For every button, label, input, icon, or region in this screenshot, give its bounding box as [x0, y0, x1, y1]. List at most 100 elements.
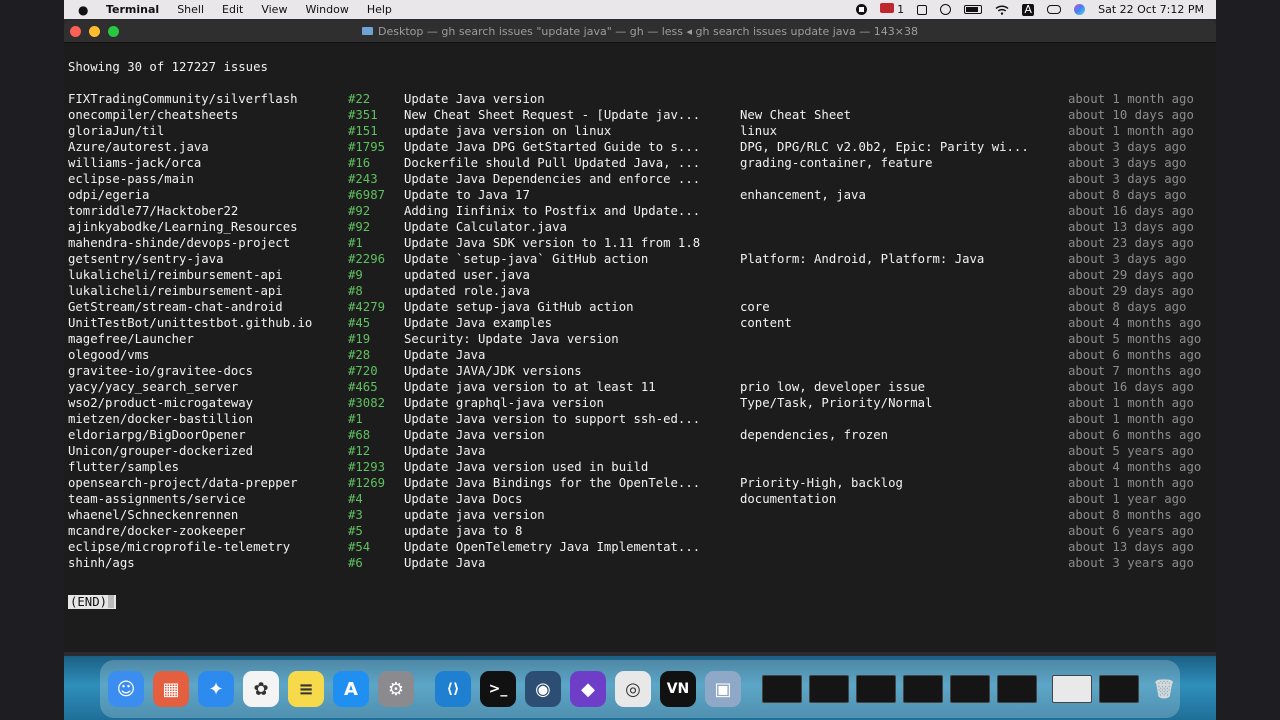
minimized-window-thumbnail[interactable]	[1052, 675, 1092, 703]
menu-edit[interactable]: Edit	[222, 3, 243, 16]
issue-title: New Cheat Sheet Request - [Update jav...	[404, 108, 701, 122]
issue-row: shinh/ags #6 Update Java about 3 years ago	[64, 555, 1216, 571]
app-store-icon[interactable]: A	[333, 671, 369, 707]
issue-time: about 3 days ago	[1068, 172, 1187, 186]
menu-view[interactable]: View	[261, 3, 287, 16]
github-desktop-icon[interactable]: ◆	[570, 671, 606, 707]
menu-shell[interactable]: Shell	[177, 3, 204, 16]
proxyman-icon[interactable]: ◉	[525, 671, 561, 707]
vn-icon[interactable]: VN	[660, 671, 696, 707]
issue-time: about 4 months ago	[1068, 316, 1202, 330]
issue-number: #3	[348, 508, 363, 522]
issue-repo: mietzen/docker-bastillion	[68, 412, 254, 426]
menu-window[interactable]: Window	[305, 3, 348, 16]
issue-title: Update to Java 17	[404, 188, 530, 202]
chrome-icon[interactable]: ◎	[615, 671, 651, 707]
issue-row: gravitee-io/gravitee-docs #720 Update JAVA…	[64, 363, 1216, 379]
issue-row: eldoriarpg/BigDoorOpener #68 Update Java v…	[64, 427, 1216, 443]
issue-repo: team-assignments/service	[68, 492, 246, 506]
minimized-window-thumbnail[interactable]	[809, 675, 849, 703]
terminal-content[interactable]: Showing 30 of 127227 issues FIXTradingCo…	[64, 43, 1216, 652]
issue-title: Update setup-java GitHub action	[404, 300, 634, 314]
issue-title: Adding Iinfinix to Postfix and Update...	[404, 204, 701, 218]
issue-title: Update graphql-java version	[404, 396, 604, 410]
issue-title: update java version on linux	[404, 124, 612, 138]
issue-time: about 5 years ago	[1068, 444, 1194, 458]
issue-row: eclipse/microprofile-telemetry #54 Update …	[64, 539, 1216, 555]
siri-icon[interactable]	[1074, 4, 1086, 15]
issue-repo: odpi/egeria	[68, 188, 150, 202]
issue-time: about 13 days ago	[1068, 220, 1194, 234]
vscode-icon[interactable]: ⟨⟩	[435, 671, 471, 707]
issue-labels: Priority-High, backlog	[740, 476, 903, 490]
issue-repo: yacy/yacy_search_server	[68, 380, 239, 394]
issue-row: Azure/autorest.java #1795 Update Java DPG …	[64, 139, 1216, 155]
photos-icon[interactable]: ✿	[243, 671, 279, 707]
issue-time: about 1 month ago	[1068, 124, 1194, 138]
issue-time: about 3 years ago	[1068, 556, 1194, 570]
issue-row: mahendra-shinde/devops-project #1 Update J…	[64, 235, 1216, 251]
issue-number: #5	[348, 524, 363, 538]
terminal-icon[interactable]: >_	[480, 671, 516, 707]
issue-repo: olegood/vms	[68, 348, 150, 362]
trash-icon[interactable]: 🗑	[1146, 671, 1182, 707]
minimized-window-thumbnail[interactable]	[856, 675, 896, 703]
menu-help[interactable]: Help	[367, 3, 392, 16]
minimize-button[interactable]	[89, 25, 100, 37]
input-source-icon[interactable]: A	[1022, 3, 1035, 16]
issue-number: #92	[348, 220, 371, 234]
minimized-window-thumbnail[interactable]	[1099, 675, 1139, 703]
media-play-icon[interactable]	[940, 4, 952, 15]
safari-icon[interactable]: ✦	[198, 671, 234, 707]
issue-time: about 3 days ago	[1068, 140, 1187, 154]
system-settings-icon[interactable]: ⚙	[378, 671, 414, 707]
minimized-window-thumbnail[interactable]	[997, 675, 1037, 703]
wifi-icon[interactable]	[995, 4, 1009, 15]
issue-repo: mcandre/docker-zookeeper	[68, 524, 246, 538]
issue-title: Update Java version	[404, 92, 545, 106]
minimized-window-thumbnail[interactable]	[950, 675, 990, 703]
close-button[interactable]	[70, 25, 81, 37]
screen-record-icon[interactable]	[855, 4, 867, 15]
window-titlebar[interactable]: Desktop — gh search issues "update java"…	[64, 20, 1216, 43]
video-left-border	[0, 0, 64, 720]
menu-app-terminal[interactable]: Terminal	[106, 3, 159, 16]
pager-end-marker: (END)	[68, 595, 117, 609]
issue-repo: UnitTestBot/unittestbot.github.io	[68, 316, 313, 330]
battery-icon[interactable]	[964, 5, 983, 14]
issue-number: #351	[348, 108, 378, 122]
launchpad-icon[interactable]: ▦	[153, 671, 189, 707]
issue-labels: enhancement, java	[740, 188, 866, 202]
issue-number: #465	[348, 380, 378, 394]
minimized-window-thumbnail[interactable]	[762, 675, 802, 703]
issue-number: #68	[348, 428, 371, 442]
issue-row: williams-jack/orca #16 Dockerfile should P…	[64, 155, 1216, 171]
issue-time: about 1 month ago	[1068, 396, 1194, 410]
issue-time: about 29 days ago	[1068, 268, 1194, 282]
issue-repo: opensearch-project/data-prepper	[68, 476, 298, 490]
issue-title: update java version	[404, 508, 545, 522]
issue-labels: prio low, developer issue	[740, 380, 926, 394]
minimized-window-thumbnail[interactable]	[903, 675, 943, 703]
mail-icon	[879, 3, 894, 13]
mail-status[interactable]: 1	[879, 3, 904, 16]
issue-title: Update Java	[404, 556, 486, 570]
issue-title: Security: Update Java version	[404, 332, 619, 346]
issue-row: onecompiler/cheatsheets #351 New Cheat She…	[64, 107, 1216, 123]
issue-title: Update `setup-java` GitHub action	[404, 252, 649, 266]
menubar: ● Terminal Shell Edit View Window Help 1…	[64, 0, 1216, 19]
terminal-cursor	[108, 595, 115, 608]
zoom-button[interactable]	[108, 25, 119, 37]
issue-labels: dependencies, frozen	[740, 428, 889, 442]
control-center-icon[interactable]	[1047, 5, 1062, 14]
issue-repo: magefree/Launcher	[68, 332, 194, 346]
issue-number: #1	[348, 412, 363, 426]
window-manager-icon[interactable]	[917, 4, 928, 15]
menubar-clock[interactable]: Sat 22 Oct 7:12 PM	[1098, 3, 1204, 16]
notes-icon[interactable]: ≡	[288, 671, 324, 707]
issue-repo: gravitee-io/gravitee-docs	[68, 364, 254, 378]
apple-menu-icon[interactable]: ●	[78, 3, 92, 17]
finder-icon[interactable]: ☺	[108, 671, 144, 707]
preview-icon[interactable]: ▣	[705, 671, 741, 707]
issue-row: magefree/Launcher #19 Security: Update Jav…	[64, 331, 1216, 347]
